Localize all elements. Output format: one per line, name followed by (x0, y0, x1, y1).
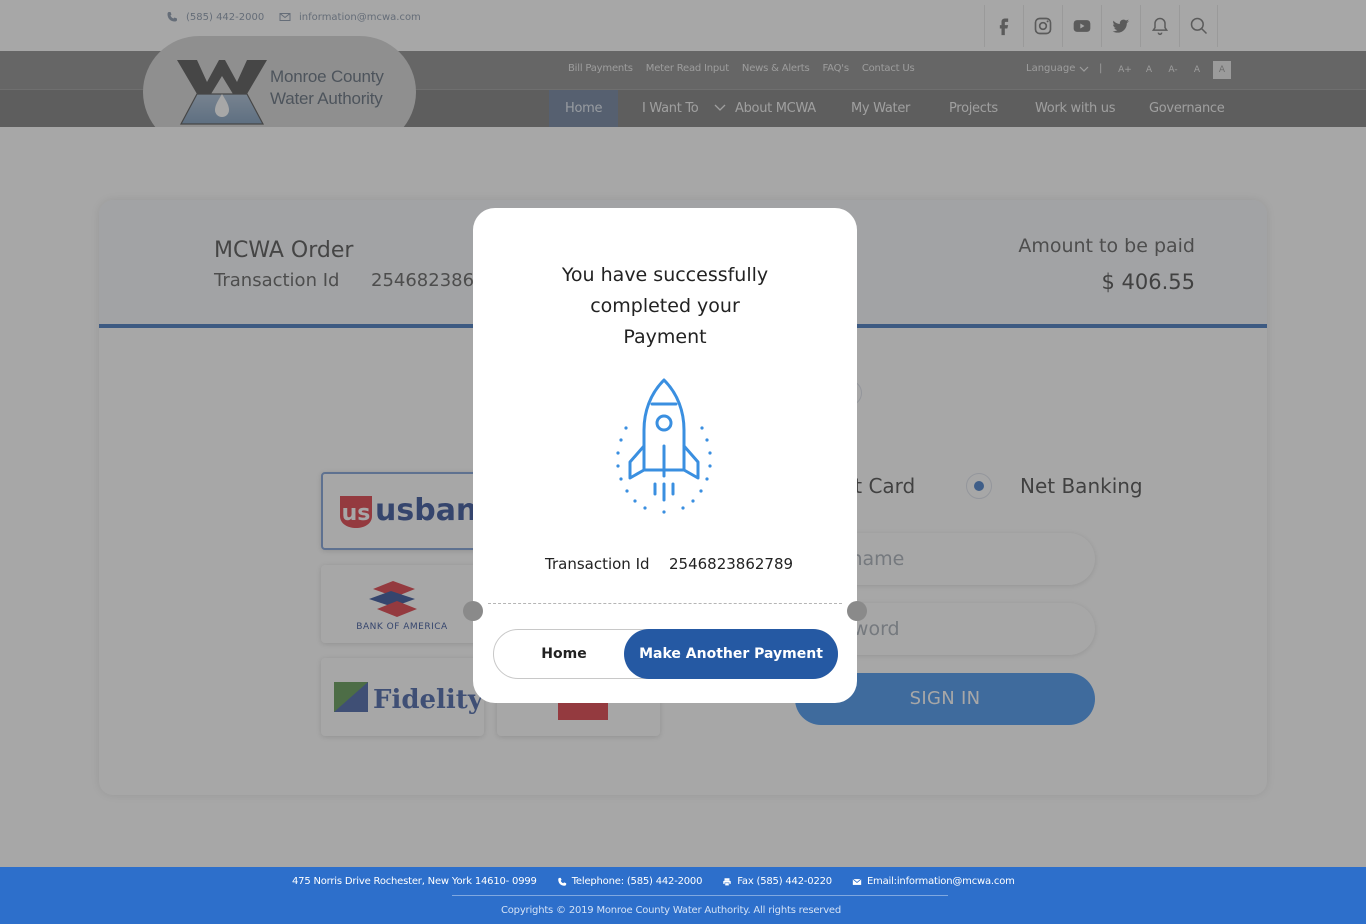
modal-actions: Home Make Another Payment (493, 629, 838, 679)
mail-icon (852, 878, 862, 885)
footer: 475 Norris Drive Rochester, New York 146… (0, 867, 1366, 924)
footer-copyright: Copyrights © 2019 Monroe County Water Au… (500, 905, 842, 916)
footer-telephone[interactable]: Telephone: (585) 442-2000 (557, 876, 703, 887)
printer-icon (723, 877, 732, 886)
ticket-notch-right (847, 601, 867, 621)
footer-address: 475 Norris Drive Rochester, New York 146… (292, 876, 537, 887)
footer-divider (452, 895, 948, 896)
make-another-payment-button[interactable]: Make Another Payment (624, 629, 838, 679)
payment-success-modal: You have successfully completed your Pay… (463, 208, 867, 703)
footer-address-text: 475 Norris Drive Rochester, New York 146… (292, 876, 537, 887)
home-button[interactable]: Home (494, 630, 634, 678)
ticket-divider (488, 603, 842, 604)
footer-email[interactable]: Email:information@mcwa.com (852, 876, 1015, 887)
modal-tid-value: 2546823862789 (669, 555, 794, 573)
ticket-notch-left (463, 601, 483, 621)
rocket-icon (616, 378, 712, 514)
footer-fax: Fax (585) 442-0220 (722, 876, 832, 887)
footer-fax-text: Fax (585) 442-0220 (737, 876, 832, 887)
phone-icon (557, 877, 566, 886)
footer-email-text: Email:information@mcwa.com (866, 876, 1015, 887)
modal-tid-label: Transaction Id (545, 555, 650, 573)
success-message: You have successfully completed your Pay… (561, 264, 769, 348)
footer-telephone-text: Telephone: (585) 442-2000 (571, 876, 703, 887)
